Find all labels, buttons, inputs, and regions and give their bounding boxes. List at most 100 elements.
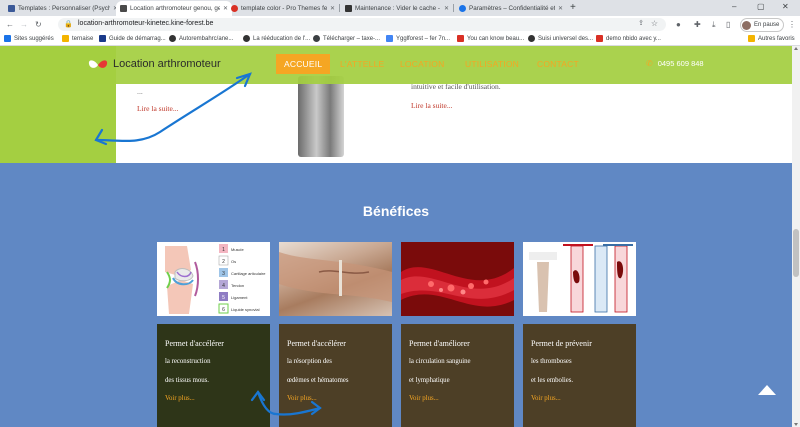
read-more-link[interactable]: Lire la suite... bbox=[411, 101, 452, 110]
tab-title: template color - Pro Themes fee... bbox=[241, 5, 327, 12]
web-page: ... Lire la suite... intuitive et facile… bbox=[0, 46, 792, 427]
bookmark-label: Ygglforest – fer 7n... bbox=[396, 35, 451, 42]
bookmark-item[interactable]: La rééducation de l'... bbox=[243, 35, 310, 42]
phone-link[interactable]: ✆ 0495 609 848 bbox=[646, 59, 704, 68]
benefit-heading: Permet d'accélérer bbox=[165, 339, 224, 348]
menu-contact[interactable]: CONTACT bbox=[537, 54, 579, 74]
forward-icon[interactable]: → bbox=[20, 19, 28, 30]
bookmark-item[interactable]: Ygglforest – fer 7n... bbox=[386, 35, 450, 42]
phone-icon: ✆ bbox=[646, 59, 653, 68]
bookmark-label: demo nbido avec y... bbox=[606, 35, 661, 42]
bookmark-item[interactable]: Télécharger – taxe-... bbox=[313, 35, 380, 42]
menu-utilisation[interactable]: UTILISATION bbox=[465, 54, 519, 74]
svg-text:4: 4 bbox=[222, 283, 225, 289]
back-icon[interactable]: ← bbox=[6, 19, 14, 30]
download-icon[interactable]: ⤓ bbox=[712, 19, 716, 30]
bookmark-item[interactable]: Autorembahrc/ane... bbox=[169, 35, 233, 42]
bookmark-label: You can know beau... bbox=[467, 35, 525, 42]
omnibox[interactable]: 🔒 location-arthromoteur-kinetec.kine-for… bbox=[58, 18, 666, 31]
site-header: Location arthromoteur ACCUEIL L'ATTELLE … bbox=[0, 46, 792, 84]
tab-template-color[interactable]: template color - Pro Themes fee... ✕ bbox=[227, 1, 339, 16]
bookmark-label: Guide de démarrag... bbox=[109, 35, 166, 42]
benefit-card: Permet d'accélérer la reconstruction des… bbox=[157, 324, 270, 427]
thrombosis-diagram-image bbox=[523, 242, 636, 316]
benefit-heading: Permet d'améliorer bbox=[409, 339, 470, 348]
read-more-link[interactable]: Lire la suite... bbox=[137, 104, 178, 113]
tab-favicon-icon bbox=[8, 5, 15, 12]
svg-text:2: 2 bbox=[222, 259, 225, 265]
bookmark-label: Autres favoris bbox=[758, 35, 795, 42]
see-more-link[interactable]: Voir plus... bbox=[409, 395, 506, 402]
bookmark-item[interactable]: You can know beau... bbox=[457, 35, 524, 42]
leg-photo-image bbox=[279, 242, 392, 316]
close-window-icon[interactable]: ✕ bbox=[782, 1, 789, 13]
bookmark-icon bbox=[99, 35, 106, 42]
tab-favicon-icon bbox=[459, 5, 466, 12]
phone-number: 0495 609 848 bbox=[657, 59, 704, 68]
menu-location[interactable]: LOCATION bbox=[400, 54, 444, 74]
bookmark-item[interactable]: ternaise bbox=[62, 35, 93, 42]
svg-text:3: 3 bbox=[222, 271, 225, 277]
new-tab-icon[interactable]: + bbox=[570, 2, 576, 14]
tab-divider bbox=[453, 4, 454, 12]
bookmark-icon bbox=[243, 35, 250, 42]
scroll-up-icon[interactable] bbox=[794, 47, 798, 50]
avatar bbox=[742, 20, 751, 30]
maximize-icon[interactable]: ▢ bbox=[757, 1, 765, 13]
benefit-text: les thromboses bbox=[531, 358, 572, 365]
menu-kebab-icon[interactable]: ⋮ bbox=[788, 19, 796, 30]
minimize-icon[interactable]: – bbox=[732, 1, 736, 13]
benefit-card: Permet d'accélérer la résorption des œdè… bbox=[279, 324, 392, 427]
sidepanel-icon[interactable]: ▯ bbox=[726, 19, 730, 30]
bookmark-label: Autorembahrc/ane... bbox=[179, 35, 234, 42]
scroll-to-top-icon[interactable] bbox=[758, 385, 776, 395]
bookmark-icon bbox=[528, 35, 535, 42]
benefit-heading: Permet d'accélérer bbox=[287, 339, 346, 348]
bookmark-item[interactable]: Suisi universel des... bbox=[528, 35, 593, 42]
see-more-link[interactable]: Voir plus... bbox=[287, 395, 384, 402]
extension-icon[interactable]: ● bbox=[676, 19, 681, 30]
lock-icon[interactable]: 🔒 bbox=[64, 20, 73, 28]
url-text[interactable]: location-arthromoteur-kinetec.kine-fores… bbox=[78, 20, 213, 27]
see-more-link[interactable]: Voir plus... bbox=[531, 395, 628, 402]
profile-status: En pause bbox=[754, 22, 780, 28]
menu-accueil[interactable]: ACCUEIL bbox=[276, 54, 331, 74]
butterfly-logo-icon[interactable] bbox=[88, 59, 108, 71]
share-icon[interactable]: ⇪ bbox=[638, 19, 644, 27]
close-tab-icon[interactable]: ✕ bbox=[444, 5, 449, 12]
close-tab-icon[interactable]: ✕ bbox=[330, 5, 335, 12]
tab-favicon-icon bbox=[231, 5, 238, 12]
tab-templates[interactable]: Templates : Personnaliser (Psych... ✕ bbox=[4, 1, 122, 16]
close-tab-icon[interactable]: ✕ bbox=[558, 5, 563, 12]
scroll-down-icon[interactable] bbox=[794, 423, 798, 426]
benefit-text: la résorption des bbox=[287, 358, 332, 365]
scrollbar-thumb[interactable] bbox=[793, 229, 799, 277]
bookmark-label: ternaise bbox=[72, 35, 94, 42]
bookmark-item[interactable]: Guide de démarrag... bbox=[99, 35, 166, 42]
tab-maintenance[interactable]: Maintenance : Vider le cache - ... ✕ bbox=[341, 1, 453, 16]
bookmark-icon bbox=[313, 35, 320, 42]
menu-attelle[interactable]: L'ATTELLE bbox=[340, 54, 384, 74]
address-bar-row: ← → ↻ 🔒 location-arthromoteur-kinetec.ki… bbox=[0, 16, 800, 33]
folder-icon bbox=[748, 35, 755, 42]
puzzle-icon[interactable]: ✚ bbox=[694, 19, 701, 30]
profile-button[interactable]: En pause bbox=[740, 18, 785, 32]
benefit-text: œdèmes et hématomes bbox=[287, 377, 349, 384]
bookmarks-bar: Sites suggérés ternaise Guide de démarra… bbox=[0, 33, 800, 46]
legend-label: Liquide synovial bbox=[231, 307, 260, 312]
legend-label: Muscle bbox=[231, 247, 244, 252]
bookmark-star-icon[interactable]: ☆ bbox=[651, 19, 658, 28]
reload-icon[interactable]: ↻ bbox=[35, 19, 42, 30]
legend-label: Tendon bbox=[231, 283, 244, 288]
site-brand[interactable]: Location arthromoteur bbox=[113, 58, 221, 70]
bookmark-item[interactable]: Sites suggérés bbox=[4, 35, 54, 42]
see-more-link[interactable]: Voir plus... bbox=[165, 395, 262, 402]
tab-location-arthromoteur[interactable]: Location arthromoteur genou, ge... ✕ bbox=[116, 1, 232, 16]
tab-parametres[interactable]: Paramètres – Confidentialité et sé... ✕ bbox=[455, 1, 567, 16]
other-bookmarks[interactable]: Autres favoris bbox=[748, 35, 795, 42]
benefit-text: des tissus mous. bbox=[165, 377, 209, 384]
bookmark-item[interactable]: demo nbido avec y... bbox=[596, 35, 661, 42]
bookmark-icon bbox=[62, 35, 69, 42]
tab-title: Location arthromoteur genou, ge... bbox=[130, 5, 220, 12]
page-scrollbar[interactable] bbox=[792, 46, 800, 427]
